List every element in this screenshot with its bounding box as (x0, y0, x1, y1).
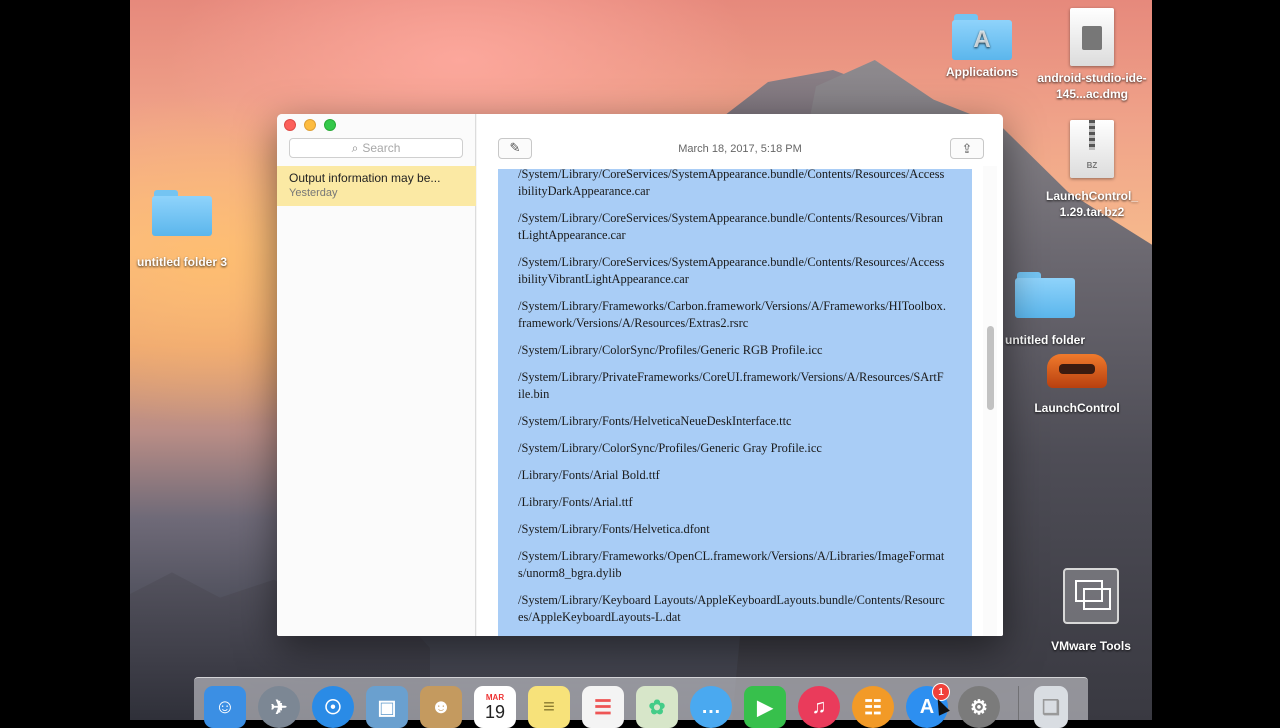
note-editor[interactable]: ✎ March 18, 2017, 5:18 PM ⇪ /System/Libr… (477, 114, 1003, 636)
desktop-icon-label: VMware Tools (1051, 639, 1131, 653)
list-item[interactable]: Output information may be... Yesterday (277, 166, 476, 206)
note-line: /System/Library/ColorSync/Profiles/Gener… (518, 343, 823, 357)
messages-icon[interactable]: … (690, 686, 732, 728)
notes-sidebar: ⌕ Search Output information may be... Yes… (277, 114, 476, 636)
desktop-icon-label: Applications (945, 65, 1018, 79)
desktop-icon-label: untitled folder 3 (137, 255, 227, 269)
applications-folder-icon: A (952, 14, 1012, 60)
window-zoom-button[interactable] (324, 119, 336, 131)
reminders-icon[interactable]: ☰ (582, 686, 624, 728)
note-title: Output information may be... (289, 171, 441, 185)
note-line: /System/Library/Fonts/Helvetica.dfont (518, 522, 710, 536)
ibooks-icon[interactable]: ☷ (852, 686, 894, 728)
calendar-day: 19 (484, 701, 506, 722)
launchpad-icon[interactable]: ✈ (258, 686, 300, 728)
desktop-icon-untitled-folder[interactable]: untitled folder (1000, 272, 1090, 348)
desktop-icon-label: untitled folder (1005, 333, 1085, 347)
scrollbar-thumb[interactable] (987, 326, 994, 410)
calendar-month: MAR (485, 692, 505, 702)
note-line: /System/Library/CoreServices/SystemAppea… (518, 169, 945, 198)
dock-separator (1018, 686, 1019, 720)
note-line: /System/Library/Keyboard Layouts/AppleKe… (518, 593, 945, 624)
desktop-icon-launchcontrol[interactable]: LaunchControl (1030, 354, 1124, 416)
folder-icon (1015, 272, 1075, 318)
desktop-icon-label: LaunchControl (1034, 401, 1120, 415)
note-line: /System/Library/Frameworks/Carbon.framew… (518, 299, 946, 330)
search-icon: ⌕ (351, 141, 359, 155)
desktop-icon-label: LaunchControl_ 1.29.tar.bz2 (1046, 189, 1138, 219)
archive-icon: BZ (1070, 120, 1114, 178)
system-preferences-icon[interactable]: ⚙ (958, 686, 1000, 728)
itunes-icon[interactable]: ♫ (798, 686, 840, 728)
trash-icon[interactable]: ❑ (1034, 686, 1068, 728)
launchcontrol-app-icon (1047, 354, 1107, 388)
note-line: /System/Library/ColorSync/Profiles/Gener… (518, 441, 822, 455)
note-line: /Library/Fonts/Arial.ttf (518, 495, 633, 509)
window-minimize-button[interactable] (304, 119, 316, 131)
note-line: /Library/Fonts/Arial Bold.ttf (518, 468, 660, 482)
desktop-icon-android-dmg[interactable]: android-studio-ide-145...ac.dmg (1036, 8, 1148, 102)
safari-icon[interactable]: ☉ (312, 686, 354, 728)
notes-window: ⌕ Search Output information may be... Yes… (277, 114, 1003, 636)
search-placeholder: Search (362, 141, 401, 155)
finder-icon[interactable]: ☺ (204, 686, 246, 728)
note-body[interactable]: /System/Library/CoreServices/SystemAppea… (498, 169, 972, 636)
notes-icon[interactable]: ≡ (528, 686, 570, 728)
window-close-button[interactable] (284, 119, 296, 131)
photos-icon[interactable]: ✿ (636, 686, 678, 728)
desktop-icon-vmware-tools[interactable]: VMware Tools (1044, 568, 1138, 654)
note-line: /System/Library/CoreServices/SystemAppea… (518, 255, 945, 286)
preview-icon[interactable]: ▣ (366, 686, 408, 728)
desktop-icon-label: android-studio-ide-145...ac.dmg (1037, 71, 1147, 101)
note-timestamp: March 18, 2017, 5:18 PM (678, 143, 802, 155)
share-icon: ⇪ (961, 141, 973, 156)
desktop-icon-applications[interactable]: A Applications (934, 14, 1030, 80)
note-line: /System/Library/Fonts/HelveticaNeueDeskI… (518, 414, 792, 428)
note-date: Yesterday (289, 187, 338, 199)
dock: ☺ ✈ ☉ ▣ ☻ MAR 19 ≡ ☰ ✿ … ▶ ♫ ☷ A ⚙ ❑ (194, 677, 1088, 728)
calendar-icon[interactable]: MAR 19 (474, 686, 516, 728)
note-text: /System/Library/CoreServices/SystemAppea… (498, 169, 972, 636)
vmware-tools-icon (1063, 568, 1119, 624)
folder-icon (152, 190, 212, 236)
desktop-icon-launchcontrol-archive[interactable]: BZ LaunchControl_ 1.29.tar.bz2 (1036, 120, 1148, 220)
contacts-icon[interactable]: ☻ (420, 686, 462, 728)
desktop-icon-untitled-folder-3[interactable]: untitled folder 3 (132, 190, 232, 270)
note-line: /System/Library/PrivateFrameworks/CoreUI… (518, 370, 944, 401)
share-button[interactable]: ⇪ (950, 138, 984, 159)
note-line: /System/Library/Frameworks/OpenCL.framew… (518, 549, 945, 580)
archive-tag: BZ (1086, 161, 1098, 170)
search-input[interactable]: ⌕ Search (289, 138, 463, 158)
facetime-icon[interactable]: ▶ (744, 686, 786, 728)
disk-image-icon (1070, 8, 1114, 66)
note-line: /System/Library/CoreServices/SystemAppea… (518, 211, 943, 242)
